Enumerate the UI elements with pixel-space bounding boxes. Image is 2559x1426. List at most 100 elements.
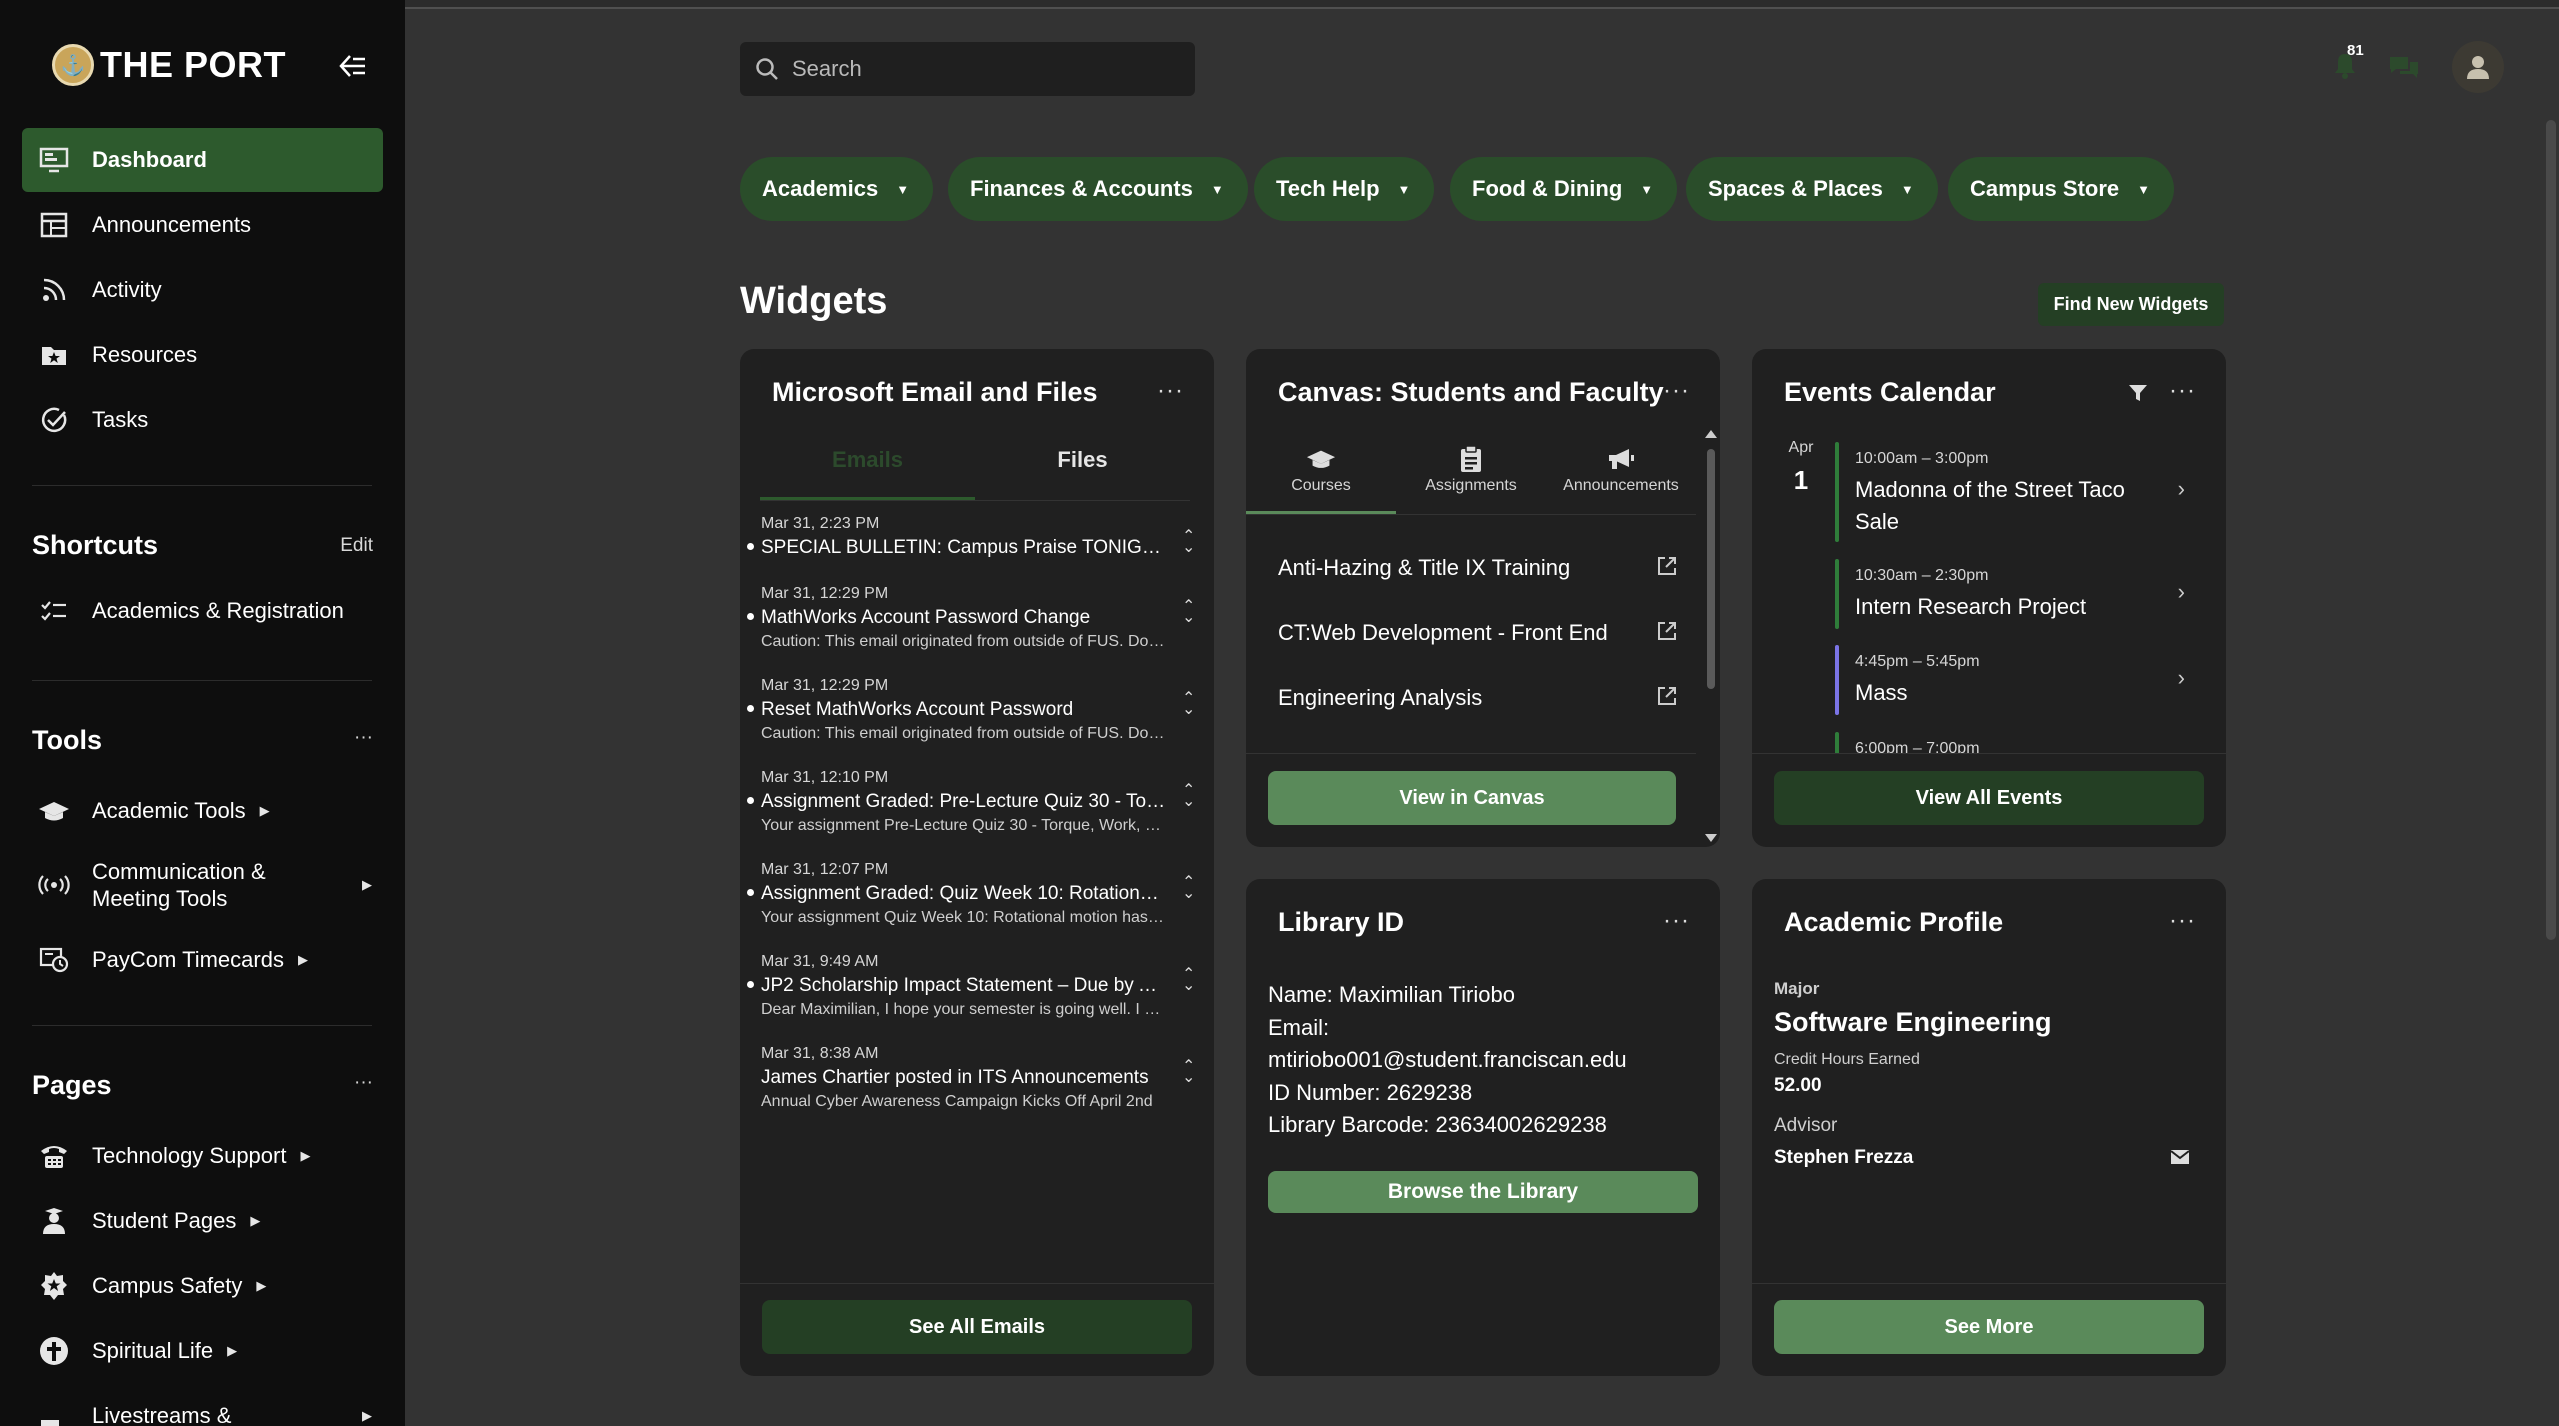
- category-tech-help[interactable]: Tech Help ▼: [1254, 157, 1435, 221]
- scrollbar[interactable]: [1704, 429, 1718, 842]
- expand-icon[interactable]: ⌃ ⌄: [1182, 599, 1195, 626]
- search-input[interactable]: [792, 56, 1172, 82]
- sidebar-item-tasks[interactable]: Tasks: [22, 388, 383, 452]
- course-item[interactable]: CT:Web Development - Front End: [1278, 620, 1678, 646]
- category-label: Academics: [762, 176, 879, 201]
- sidebar-item-label: Dashboard: [92, 147, 207, 172]
- headset-phone-icon: [38, 1140, 70, 1172]
- filter-icon[interactable]: [2128, 383, 2148, 408]
- event-item[interactable]: 4:45pm – 5:45pm Mass ›: [1835, 645, 2215, 715]
- search-bar[interactable]: [740, 42, 1195, 96]
- library-id-number: ID Number: 2629238: [1268, 1079, 1473, 1105]
- major-value: Software Engineering: [1774, 1007, 2052, 1037]
- avatar[interactable]: [2452, 41, 2504, 93]
- email-advisor-icon[interactable]: [2170, 1149, 2190, 1170]
- find-new-widgets-button[interactable]: Find New Widgets: [2038, 283, 2224, 326]
- sidebar-item-resources[interactable]: Resources: [22, 323, 383, 387]
- page-technology-support[interactable]: Technology Support ▶: [22, 1140, 383, 1172]
- divider: [1752, 1283, 2226, 1284]
- tool-academic-tools[interactable]: Academic Tools ▶: [22, 795, 383, 827]
- tool-communication-meeting[interactable]: Communication & Meeting Tools ▶: [22, 858, 383, 912]
- event-item[interactable]: 10:00am – 3:00pm Madonna of the Street T…: [1835, 442, 2215, 542]
- top-border: [405, 0, 2559, 9]
- page-student-pages[interactable]: Student Pages ▶: [22, 1205, 383, 1237]
- event-item[interactable]: 10:30am – 2:30pm Intern Research Project…: [1835, 559, 2215, 629]
- widgets-title: Widgets: [740, 280, 888, 322]
- expand-icon[interactable]: ⌃ ⌄: [1182, 967, 1195, 994]
- expand-icon[interactable]: ⌃ ⌄: [1182, 783, 1195, 810]
- email-item[interactable]: Mar 31, 12:29 PM MathWorks Account Passw…: [740, 579, 1212, 671]
- collapse-sidebar-icon[interactable]: [338, 54, 368, 78]
- tab-announcements[interactable]: Announcements: [1546, 437, 1696, 514]
- tab-emails[interactable]: Emails: [760, 439, 975, 500]
- sidebar-item-activity[interactable]: Activity: [22, 258, 383, 322]
- page-campus-safety[interactable]: Campus Safety ▶: [22, 1270, 383, 1302]
- category-academics[interactable]: Academics ▼: [740, 157, 934, 221]
- tool-paycom-timecards[interactable]: PayCom Timecards ▶: [22, 944, 383, 976]
- folder-star-icon: [38, 339, 70, 371]
- unread-dot: [747, 613, 754, 620]
- widget-more-button[interactable]: ···: [2169, 377, 2196, 405]
- divider: [1752, 753, 2226, 754]
- tools-more-button[interactable]: ···: [354, 727, 373, 749]
- tab-files[interactable]: Files: [975, 439, 1190, 500]
- browse-library-button[interactable]: Browse the Library: [1268, 1171, 1698, 1213]
- email-item[interactable]: Mar 31, 9:49 AM JP2 Scholarship Impact S…: [740, 947, 1212, 1039]
- shortcuts-edit-button[interactable]: Edit: [340, 535, 373, 557]
- shortcut-academics-registration[interactable]: Academics & Registration: [22, 595, 383, 627]
- category-spaces-places[interactable]: Spaces & Places ▼: [1686, 157, 1938, 221]
- see-all-emails-button[interactable]: See All Emails: [762, 1300, 1192, 1354]
- pages-more-button[interactable]: ···: [354, 1072, 373, 1094]
- expand-icon[interactable]: ⌃ ⌄: [1182, 691, 1195, 718]
- view-in-canvas-button[interactable]: View in Canvas: [1268, 771, 1676, 825]
- view-all-events-button[interactable]: View All Events: [1774, 771, 2204, 825]
- page-scrollbar[interactable]: [2546, 120, 2556, 940]
- course-item[interactable]: Anti-Hazing & Title IX Training: [1278, 555, 1678, 581]
- external-link-icon[interactable]: [1656, 685, 1678, 707]
- notifications-button[interactable]: 81: [2330, 42, 2366, 86]
- page-livestreams[interactable]: Livestreams & ▶: [22, 1400, 383, 1426]
- rss-icon: [38, 274, 70, 306]
- email-date: Mar 31, 9:49 AM: [761, 953, 879, 970]
- expand-icon[interactable]: ⌃ ⌄: [1182, 529, 1195, 556]
- tab-courses[interactable]: Courses: [1246, 437, 1396, 514]
- widget-more-button[interactable]: ···: [1663, 907, 1690, 935]
- expand-icon[interactable]: ⌃ ⌄: [1182, 875, 1195, 902]
- email-subject: JP2 Scholarship Impact Statement – Due b…: [761, 975, 1166, 996]
- caret-right-icon: ▶: [259, 803, 270, 818]
- library-name: Name: Maximilian Tiriobo: [1268, 982, 1515, 1007]
- widget-more-button[interactable]: ···: [1157, 377, 1184, 405]
- expand-icon[interactable]: ⌃ ⌄: [1182, 1059, 1195, 1086]
- email-item[interactable]: Mar 31, 12:29 PM Reset MathWorks Account…: [740, 671, 1212, 763]
- email-subject: MathWorks Account Password Change: [761, 607, 1091, 628]
- course-item[interactable]: Engineering Analysis: [1278, 685, 1678, 711]
- page-spiritual-life[interactable]: Spiritual Life ▶: [22, 1335, 383, 1367]
- dropdown-arrow-icon: ▼: [1210, 181, 1224, 197]
- category-label: Food & Dining: [1472, 176, 1623, 201]
- email-item[interactable]: Mar 31, 12:10 PM Assignment Graded: Pre-…: [740, 763, 1212, 855]
- external-link-icon[interactable]: [1656, 555, 1678, 577]
- see-more-button[interactable]: See More: [1774, 1300, 2204, 1354]
- logo[interactable]: ⚓ THE PORT: [52, 44, 286, 86]
- sidebar-item-dashboard[interactable]: Dashboard: [22, 128, 383, 192]
- chat-icon: [2390, 57, 2418, 78]
- category-finances-accounts[interactable]: Finances & Accounts ▼: [948, 157, 1248, 221]
- widget-more-button[interactable]: ···: [1663, 377, 1690, 405]
- email-item[interactable]: Mar 31, 8:38 AM James Chartier posted in…: [740, 1039, 1212, 1131]
- category-campus-store[interactable]: Campus Store ▼: [1948, 157, 2175, 221]
- messages-button[interactable]: [2388, 54, 2420, 84]
- tab-assignments[interactable]: Assignments: [1396, 437, 1546, 514]
- external-link-icon[interactable]: [1656, 620, 1678, 642]
- unread-dot: [747, 543, 754, 550]
- email-subject: Assignment Graded: Quiz Week 10: Rotatio…: [761, 883, 1166, 904]
- police-badge-icon: [38, 1270, 70, 1302]
- event-color-bar: [1835, 559, 1839, 629]
- event-name: Mass: [1855, 680, 1908, 705]
- credits-label: Credit Hours Earned: [1774, 1051, 1920, 1068]
- email-item[interactable]: Mar 31, 12:07 PM Assignment Graded: Quiz…: [740, 855, 1212, 947]
- widget-more-button[interactable]: ···: [2169, 907, 2196, 935]
- email-item[interactable]: Mar 31, 2:23 PM SPECIAL BULLETIN: Campus…: [740, 509, 1212, 579]
- category-food-dining[interactable]: Food & Dining ▼: [1450, 157, 1678, 221]
- event-item[interactable]: 6:00pm – 7:00pm: [1835, 732, 2215, 753]
- sidebar-item-announcements[interactable]: Announcements: [22, 193, 383, 257]
